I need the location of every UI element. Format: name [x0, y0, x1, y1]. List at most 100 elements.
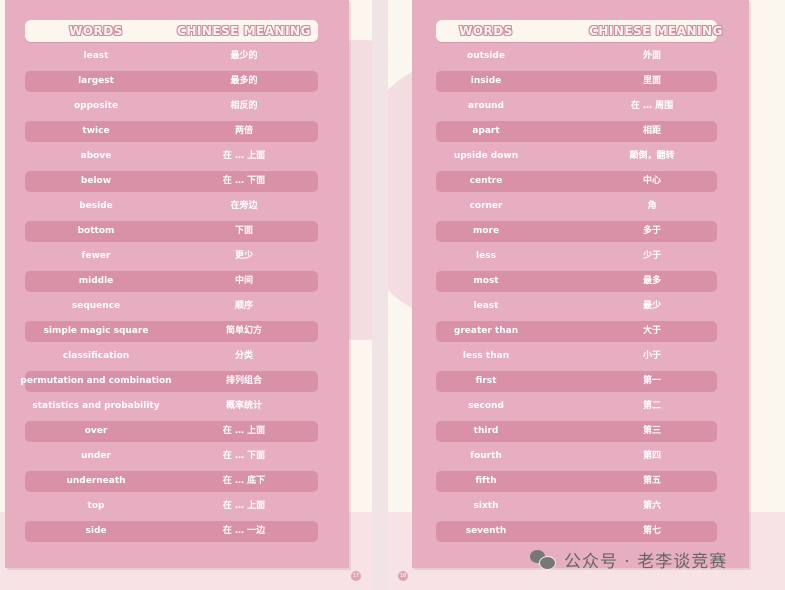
left-page: WORDS CHINESE MEANING least 最少的 largest 最多的… [0, 0, 372, 590]
meaning-cell: 两倍 [234, 126, 254, 136]
table-row: centre 中心 [436, 169, 717, 194]
header-words: WORDS [459, 24, 513, 38]
word-cell: second [468, 401, 504, 411]
header-words: WORDS [69, 24, 123, 38]
word-cell: most [473, 276, 499, 286]
word-cell: twice [82, 126, 110, 136]
table-row: side 在 … 一边 [25, 519, 318, 544]
meaning-cell: 大于 [642, 326, 662, 336]
right-page: WORDS CHINESE MEANING outside 外面 inside 里面 a… [388, 0, 785, 590]
meaning-cell: 相距 [642, 126, 662, 136]
vocabulary-list: outside 外面 inside 里面 around 在 … 周围 apart 相距 upsi… [436, 44, 717, 544]
table-row: bottom 下面 [25, 219, 318, 244]
meaning-cell: 里面 [642, 76, 662, 86]
table-row: first 第一 [436, 369, 717, 394]
word-cell: more [472, 226, 500, 236]
table-row: third 第三 [436, 419, 717, 444]
row-highlight [25, 171, 318, 192]
row-highlight [25, 221, 318, 242]
table-row: least 最少的 [25, 44, 318, 69]
meaning-cell: 相反的 [230, 101, 258, 111]
meaning-cell: 在 … 底下 [222, 476, 266, 486]
meaning-cell: 更少 [234, 251, 254, 261]
meaning-cell: 中心 [642, 176, 662, 186]
row-highlight [25, 271, 318, 292]
word-cell: under [81, 451, 111, 461]
meaning-cell: 多于 [642, 226, 662, 236]
meaning-cell: 第五 [642, 476, 662, 486]
table-row: fifth 第五 [436, 469, 717, 494]
word-cell: statistics and probability [32, 401, 160, 411]
word-cell: around [468, 101, 504, 111]
meaning-cell: 最少的 [230, 51, 258, 61]
table-row: fourth 第四 [436, 444, 717, 469]
word-cell: inside [470, 76, 502, 86]
word-cell: corner [469, 201, 503, 211]
watermark-text: 公众号 · 老李谈竞赛 [564, 551, 728, 572]
word-cell: upside down [453, 151, 519, 161]
word-cell: outside [467, 51, 505, 61]
meaning-cell: 最少 [642, 301, 662, 311]
meaning-cell: 在 … 上面 [222, 151, 266, 161]
header-chinese-meaning: CHINESE MEANING [589, 24, 723, 38]
row-highlight [25, 521, 318, 542]
row-highlight [25, 121, 318, 142]
meaning-cell: 排列组合 [225, 376, 263, 386]
meaning-cell: 角 [647, 201, 657, 211]
meaning-cell: 在 … 周围 [630, 101, 674, 111]
table-row: inside 里面 [436, 69, 717, 94]
word-cell: beside [79, 201, 113, 211]
word-cell: less [476, 251, 496, 261]
word-cell: simple magic square [43, 326, 149, 336]
table-row: beside 在旁边 [25, 194, 318, 219]
book-gutter [372, 0, 388, 590]
table-header: WORDS CHINESE MEANING [436, 20, 722, 42]
table-row: corner 角 [436, 194, 717, 219]
table-row: most 最多 [436, 269, 717, 294]
word-cell: least [83, 51, 109, 61]
table-row: opposite 相反的 [25, 94, 318, 119]
table-row: twice 两倍 [25, 119, 318, 144]
meaning-cell: 在 … 上面 [222, 501, 266, 511]
header-chinese-meaning: CHINESE MEANING [177, 24, 311, 38]
table-row: outside 外面 [436, 44, 717, 69]
meaning-cell: 第七 [642, 526, 662, 536]
table-row: sequence 顺序 [25, 294, 318, 319]
meaning-cell: 在 … 上面 [222, 426, 266, 436]
word-cell: largest [78, 76, 114, 86]
word-cell: centre [469, 176, 503, 186]
table-row: seventh 第七 [436, 519, 717, 544]
meaning-cell: 顺序 [234, 301, 254, 311]
meaning-cell: 第二 [642, 401, 662, 411]
word-cell: side [85, 526, 107, 536]
vocabulary-card: WORDS CHINESE MEANING outside 外面 inside 里面 a… [412, 0, 749, 568]
table-row: permutation and combination 排列组合 [20, 369, 318, 394]
table-row: underneath 在 … 底下 [25, 469, 318, 494]
meaning-cell: 少于 [642, 251, 662, 261]
table-row: classification 分类 [25, 344, 318, 369]
table-row: more 多于 [436, 219, 717, 244]
table-row: statistics and probability 概率统计 [25, 394, 318, 419]
word-cell: least [473, 301, 499, 311]
row-highlight [25, 71, 318, 92]
word-cell: above [80, 151, 112, 161]
word-cell: over [84, 426, 108, 436]
page-number: 17 [351, 571, 361, 581]
word-cell: sixth [473, 501, 499, 511]
meaning-cell: 在 … 一边 [222, 526, 266, 536]
wechat-icon [530, 548, 556, 570]
table-row: middle 中间 [25, 269, 318, 294]
table-row: less than 小于 [436, 344, 717, 369]
table-row: below 在 … 下面 [25, 169, 318, 194]
table-row: less 少于 [436, 244, 717, 269]
table-row: fewer 更少 [25, 244, 318, 269]
word-cell: apart [472, 126, 500, 136]
vocabulary-list: least 最少的 largest 最多的 opposite 相反的 twice 两倍 abov… [20, 44, 318, 544]
meaning-cell: 最多 [642, 276, 662, 286]
word-cell: first [475, 376, 497, 386]
meaning-cell: 外面 [642, 51, 662, 61]
vocabulary-card: WORDS CHINESE MEANING least 最少的 largest 最多的… [5, 0, 349, 568]
meaning-cell: 最多的 [230, 76, 258, 86]
watermark: 公众号 · 老李谈竞赛 [530, 546, 727, 572]
table-row: sixth 第六 [436, 494, 717, 519]
